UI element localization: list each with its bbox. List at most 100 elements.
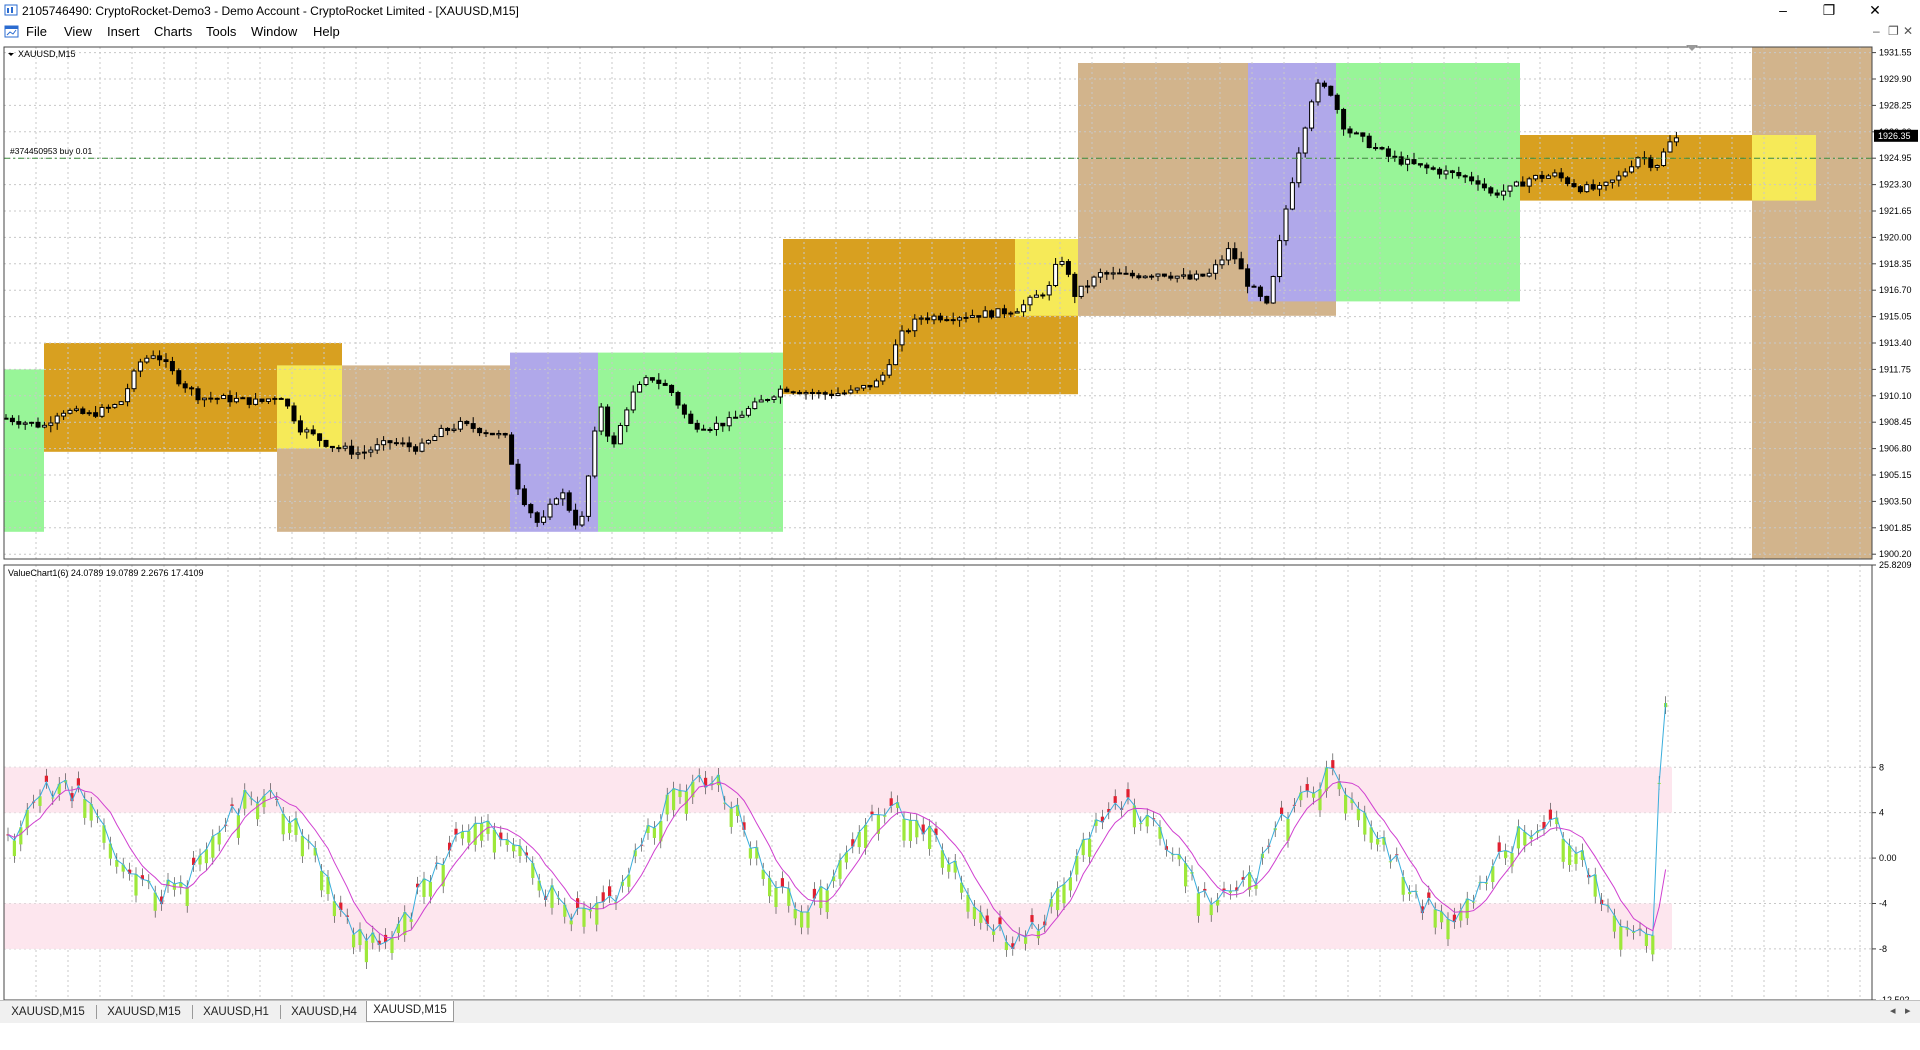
- price-candle: [496, 432, 502, 436]
- price-candle: [1449, 170, 1455, 174]
- price-candle: [1347, 128, 1353, 134]
- price-candle: [1270, 276, 1276, 304]
- value-bar: [1619, 926, 1623, 950]
- price-candle: [803, 391, 809, 395]
- value-bar: [1548, 809, 1552, 820]
- price-candle: [246, 397, 252, 405]
- tab-scroll-right-icon[interactable]: ▸: [1905, 1004, 1911, 1017]
- value-bar: [12, 840, 16, 857]
- menu-tools[interactable]: Tools: [206, 24, 236, 39]
- price-candle: [54, 415, 60, 424]
- value-bar: [281, 813, 285, 835]
- value-bar: [512, 844, 516, 852]
- price-candle: [432, 436, 438, 441]
- price-candle: [1334, 94, 1340, 110]
- price-candle: [707, 428, 713, 431]
- tab-xauusd-h4[interactable]: XAUUSD,H4: [284, 1003, 364, 1021]
- chart-tab-bar: XAUUSD,M15 XAUUSD,M15 XAUUSD,H1 XAUUSD,H…: [0, 1000, 1920, 1023]
- price-axis-label: 1908.45: [1879, 417, 1912, 427]
- price-candle: [1539, 174, 1545, 179]
- menu-insert[interactable]: Insert: [107, 24, 140, 39]
- price-axis-label: 1931.55: [1879, 48, 1912, 58]
- price-candle: [400, 442, 406, 445]
- value-bar: [928, 825, 932, 849]
- current-price-label: 1926.35: [1878, 131, 1911, 141]
- price-candle: [195, 388, 201, 401]
- price-candle: [144, 357, 150, 363]
- price-axis-label: 1910.10: [1879, 391, 1912, 401]
- price-candle: [1065, 261, 1071, 275]
- menu-view[interactable]: View: [64, 24, 92, 39]
- price-candle: [649, 377, 655, 381]
- price-axis-label: 1900.20: [1879, 549, 1912, 559]
- price-candle: [285, 398, 291, 407]
- mdi-close-button[interactable]: ✕: [1903, 24, 1913, 38]
- price-candle: [995, 308, 1001, 318]
- chart-window-icon[interactable]: [4, 24, 20, 40]
- menu-file[interactable]: File: [26, 24, 47, 39]
- price-candle: [157, 355, 163, 361]
- value-bar: [1280, 807, 1284, 815]
- price-candle: [867, 384, 873, 388]
- price-chart-area[interactable]: 1931.551929.901928.251926.601924.951923.…: [0, 45, 1920, 1022]
- tab-xauusd-m15-2[interactable]: XAUUSD,M15: [100, 1003, 188, 1021]
- price-candle: [745, 408, 751, 416]
- value-bar: [768, 877, 772, 897]
- menu-help[interactable]: Help: [313, 24, 340, 39]
- price-candle: [329, 445, 335, 449]
- value-bar: [1184, 863, 1188, 887]
- price-candle: [297, 420, 303, 433]
- price-candle: [1033, 294, 1039, 298]
- price-candle: [1277, 240, 1283, 278]
- restore-button[interactable]: ❐: [1806, 0, 1852, 22]
- app-icon: [4, 4, 18, 16]
- price-candle: [1661, 151, 1667, 166]
- indicator-axis-label: 8: [1879, 762, 1884, 772]
- price-candle: [1021, 304, 1027, 313]
- price-candle: [1059, 261, 1065, 265]
- price-candle: [112, 404, 118, 408]
- price-candle: [1014, 311, 1020, 314]
- value-bar: [1356, 808, 1360, 821]
- price-candle: [726, 417, 732, 427]
- minimize-button[interactable]: –: [1760, 0, 1806, 22]
- value-bar: [729, 808, 733, 827]
- price-candle: [777, 388, 783, 398]
- price-candle: [643, 377, 649, 386]
- value-bar: [1446, 919, 1450, 940]
- price-candle: [893, 344, 899, 366]
- value-bar: [806, 912, 810, 928]
- tab-xauusd-h1[interactable]: XAUUSD,H1: [196, 1003, 276, 1021]
- tab-xauusd-m15-1[interactable]: XAUUSD,M15: [4, 1003, 92, 1021]
- session-zone: [1752, 135, 1816, 201]
- price-candle: [1417, 163, 1423, 166]
- mdi-minimize-button[interactable]: –: [1873, 24, 1880, 38]
- price-candle: [1129, 272, 1135, 277]
- value-bar: [1376, 838, 1380, 845]
- price-candle: [445, 427, 451, 431]
- price-axis-label: 1928.25: [1879, 100, 1912, 110]
- price-candle: [1296, 152, 1302, 184]
- close-button[interactable]: ✕: [1852, 0, 1898, 22]
- price-candle: [822, 392, 828, 395]
- menu-window[interactable]: Window: [251, 24, 297, 39]
- price-candle: [925, 317, 931, 321]
- mdi-restore-button[interactable]: ❐: [1888, 24, 1899, 38]
- value-bar: [1305, 784, 1309, 791]
- price-candle: [1379, 147, 1385, 150]
- price-candle: [1501, 190, 1507, 196]
- price-candle: [579, 515, 585, 526]
- overbought-band: [4, 767, 1672, 813]
- value-bar: [1644, 933, 1648, 946]
- session-zone: [277, 365, 342, 449]
- session-zone: [1336, 63, 1520, 302]
- price-candle: [1353, 132, 1359, 135]
- price-candle: [1424, 164, 1430, 169]
- price-candle: [29, 421, 35, 424]
- value-bar: [678, 790, 682, 798]
- price-candle: [1187, 274, 1193, 280]
- menu-charts[interactable]: Charts: [154, 24, 192, 39]
- indicator-axis-label: 25.8209: [1879, 560, 1912, 570]
- tab-scroll-left-icon[interactable]: ◂: [1890, 1004, 1896, 1017]
- tab-xauusd-m15-active[interactable]: XAUUSD,M15: [366, 1001, 454, 1022]
